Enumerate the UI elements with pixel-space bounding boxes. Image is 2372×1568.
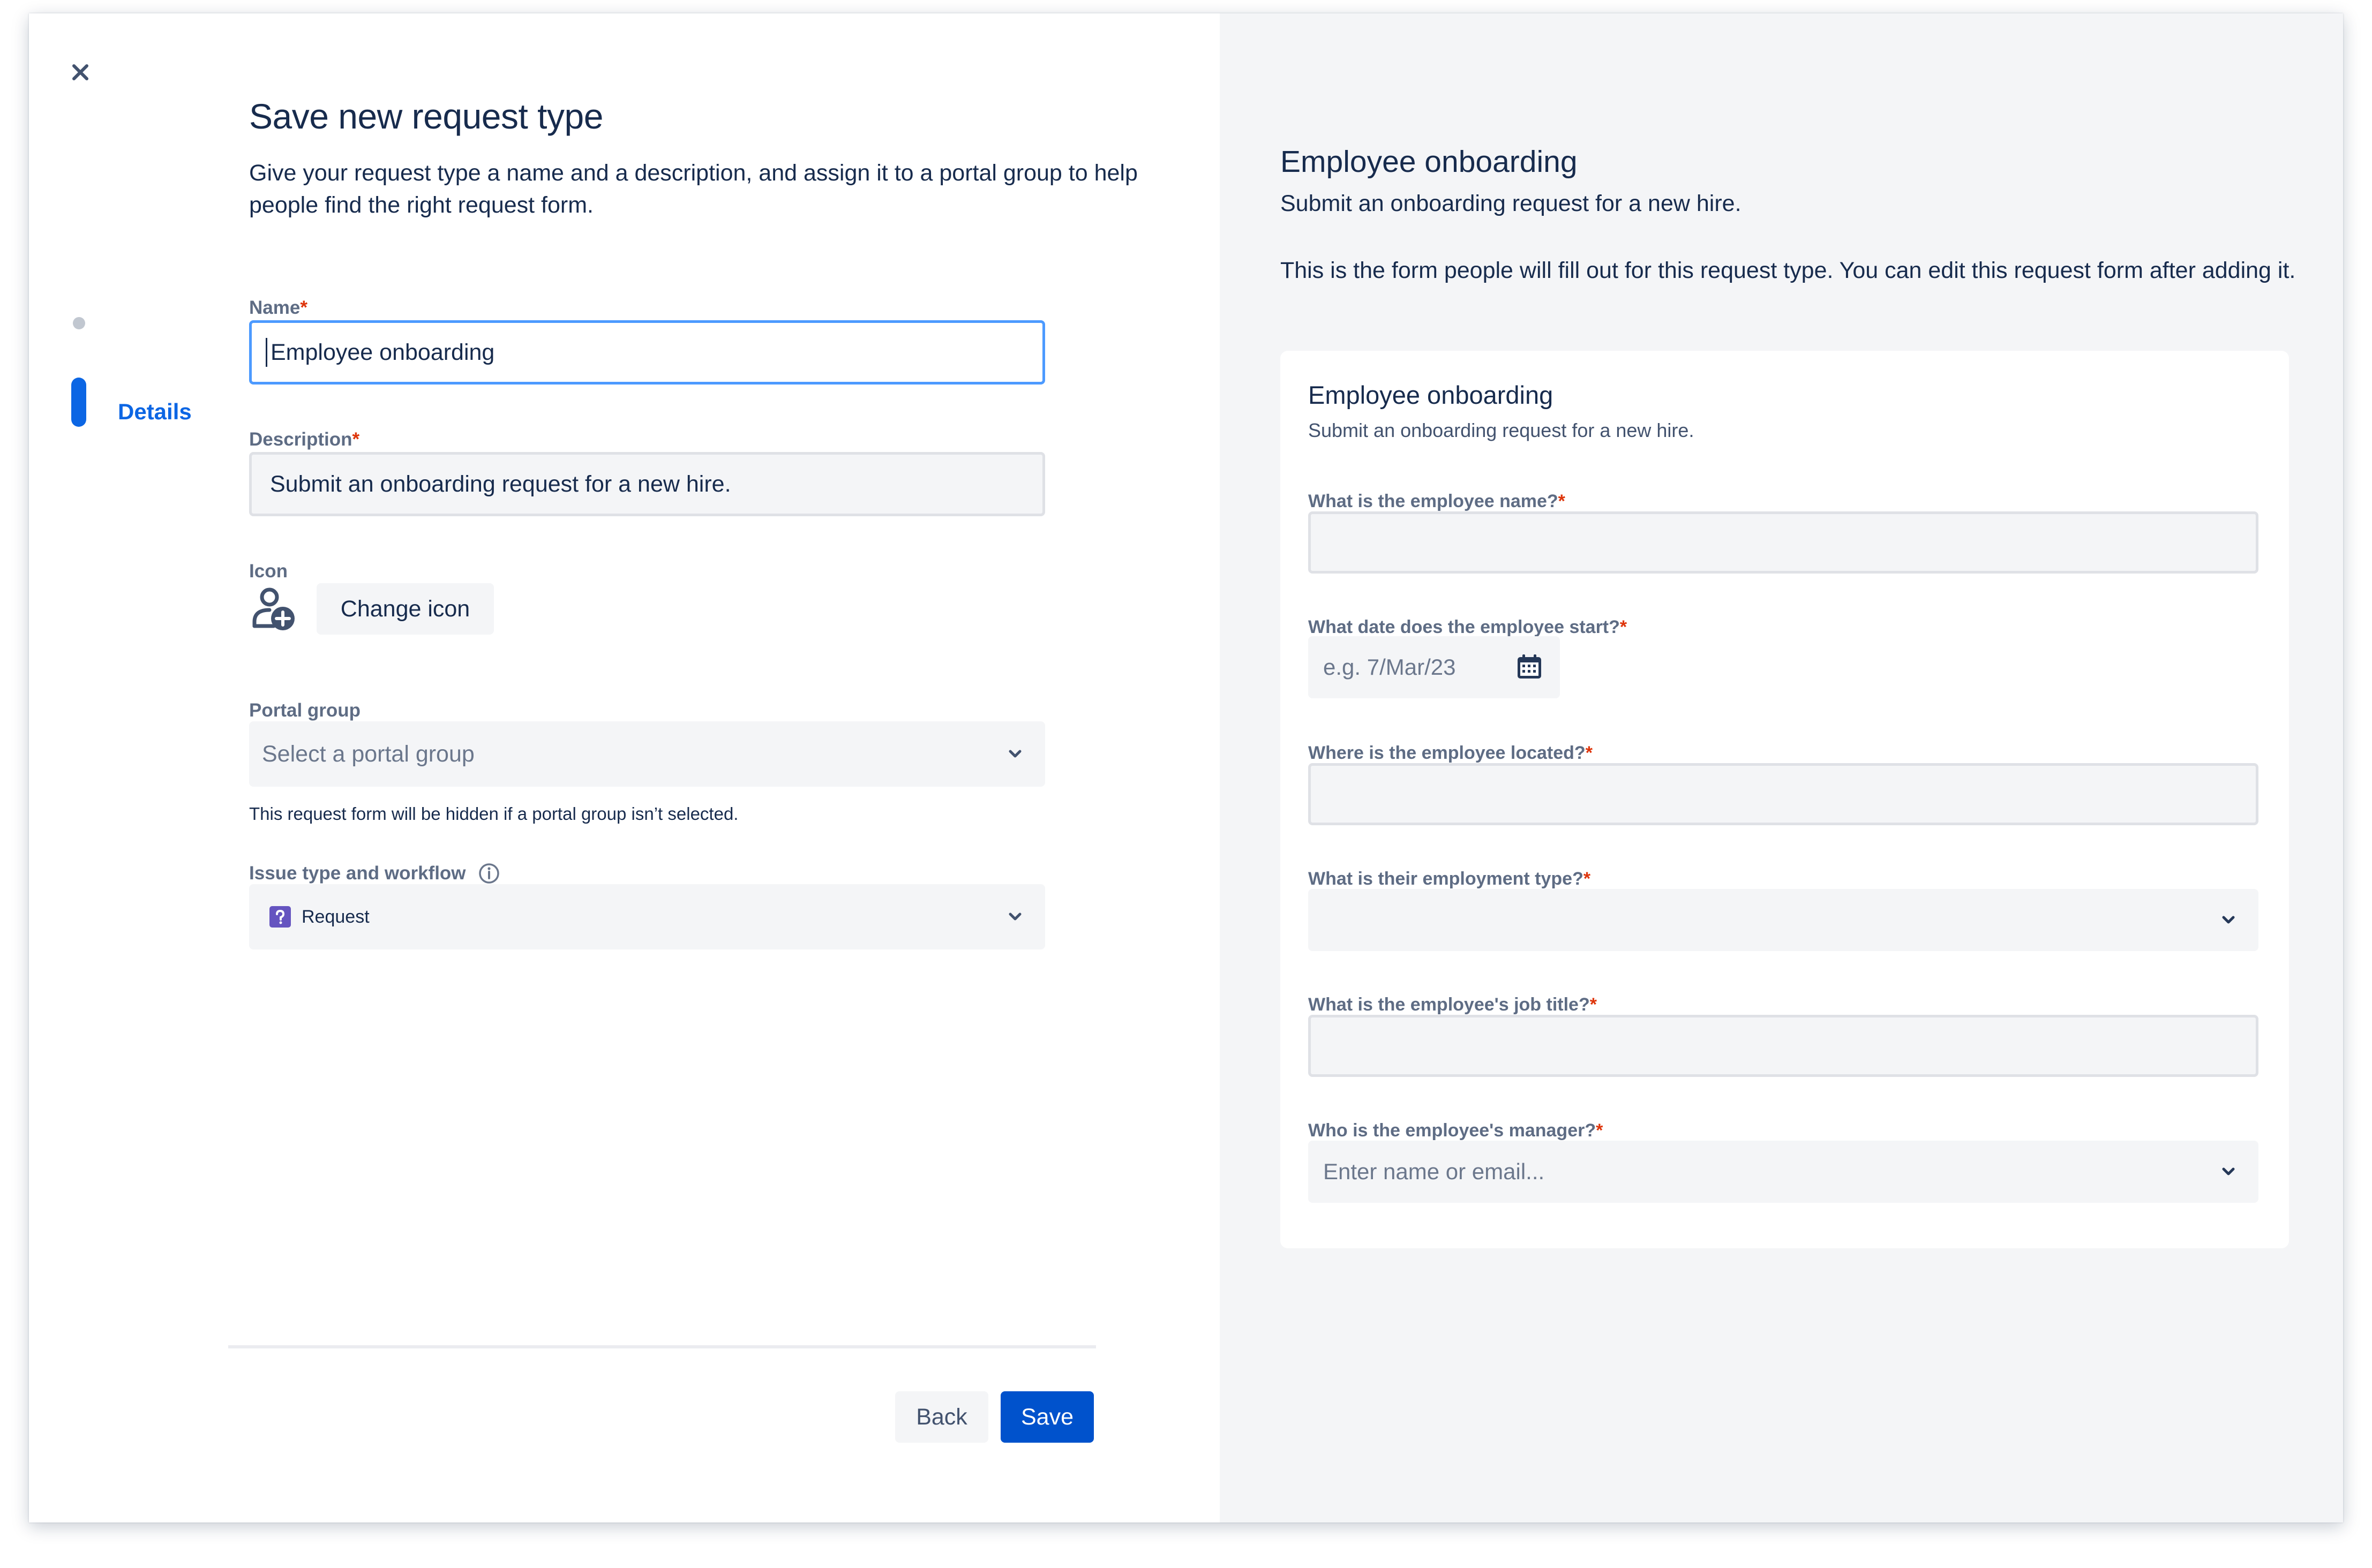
details-pane: Details Save new request type Give your … [29, 13, 1220, 1522]
issue-type-select[interactable]: Request [249, 884, 1045, 949]
close-button[interactable] [64, 56, 96, 88]
icon-label: Icon [249, 561, 288, 582]
required-marker: * [352, 429, 360, 450]
name-input-value: Employee onboarding [271, 339, 495, 365]
issue-type-value: Request [302, 906, 370, 927]
required-marker: * [1558, 491, 1565, 511]
description-label: Description* [249, 429, 360, 450]
manager-select[interactable]: Enter name or email... [1308, 1141, 2258, 1203]
back-button[interactable]: Back [895, 1391, 988, 1443]
text-cursor [266, 338, 267, 367]
info-icon[interactable] [478, 862, 500, 885]
preview-subtitle: Submit an onboarding request for a new h… [1280, 191, 1742, 216]
calendar-icon[interactable] [1515, 653, 1544, 682]
preview-note: This is the form people will fill out fo… [1280, 258, 2296, 283]
question-label: Where is the employee located?* [1308, 743, 1593, 763]
chevron-down-icon [1009, 750, 1022, 758]
start-date-placeholder: e.g. 7/Mar/23 [1323, 654, 1456, 680]
step-indicator-inactive [73, 317, 85, 329]
chevron-down-icon [2222, 916, 2235, 924]
description-input-value: Submit an onboarding request for a new h… [270, 471, 731, 497]
page-title: Save new request type [249, 96, 603, 136]
name-input[interactable]: Employee onboarding [249, 320, 1045, 385]
question-label: What is their employment type?* [1308, 869, 1591, 889]
chevron-down-icon [1009, 913, 1022, 921]
close-icon [72, 64, 88, 80]
portal-group-help-text: This request form will be hidden if a po… [249, 804, 739, 824]
required-marker: * [1619, 617, 1627, 637]
question-label: What is the employee name?* [1308, 491, 1565, 511]
request-form-preview-card: Employee onboarding Submit an onboarding… [1280, 351, 2289, 1248]
question-label: What date does the employee start?* [1308, 617, 1627, 637]
required-marker: * [1589, 994, 1597, 1015]
create-request-type-modal: Details Save new request type Give your … [29, 13, 2343, 1522]
required-marker: * [1596, 1120, 1603, 1141]
preview-title: Employee onboarding [1280, 145, 1578, 179]
start-date-input[interactable]: e.g. 7/Mar/23 [1308, 636, 1560, 698]
page-description: Give your request type a name and a desc… [249, 160, 1138, 218]
card-subtitle: Submit an onboarding request for a new h… [1308, 419, 1694, 441]
name-label: Name* [249, 297, 307, 318]
person-add-icon [249, 584, 298, 634]
card-title: Employee onboarding [1308, 381, 1553, 409]
question-square-icon [269, 906, 291, 928]
manager-placeholder: Enter name or email... [1323, 1159, 1545, 1184]
chevron-down-icon [2222, 1167, 2235, 1175]
change-icon-button[interactable]: Change icon [317, 583, 494, 635]
question-label: Who is the employee's manager?* [1308, 1120, 1603, 1141]
description-input[interactable]: Submit an onboarding request for a new h… [249, 452, 1045, 516]
save-button[interactable]: Save [1001, 1391, 1094, 1443]
employment-type-select[interactable] [1308, 889, 2258, 951]
required-marker: * [300, 297, 307, 318]
preview-pane: Employee onboarding Submit an onboarding… [1220, 13, 2343, 1522]
portal-group-select[interactable]: Select a portal group [249, 721, 1045, 787]
issue-type-label: Issue type and workflow [249, 862, 500, 885]
step-details[interactable]: Details [118, 399, 192, 425]
portal-group-placeholder: Select a portal group [262, 741, 475, 767]
required-marker: * [1585, 743, 1593, 763]
portal-group-label: Portal group [249, 700, 361, 721]
footer-divider [228, 1345, 1096, 1348]
employee-location-input[interactable] [1308, 763, 2258, 825]
step-indicator-active [71, 378, 86, 427]
employee-name-input[interactable] [1308, 511, 2258, 574]
required-marker: * [1583, 869, 1591, 889]
job-title-input[interactable] [1308, 1015, 2258, 1077]
question-label: What is the employee's job title?* [1308, 994, 1597, 1015]
